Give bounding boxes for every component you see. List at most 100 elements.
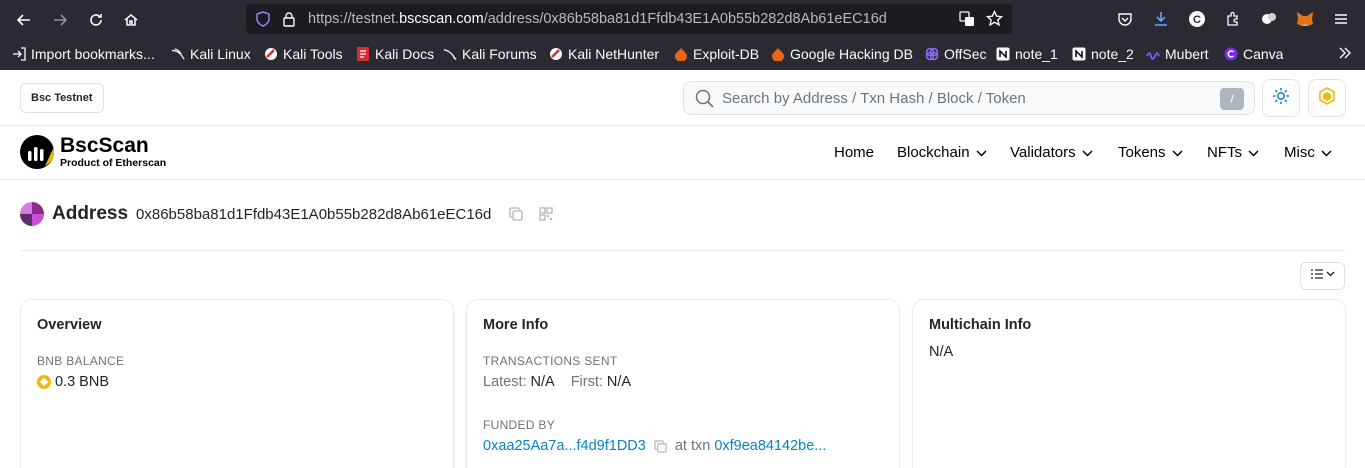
bookmark-google-hacking-db[interactable]: Google Hacking DB	[771, 46, 913, 62]
funded-txn-link[interactable]: 0xf9ea84142be...	[714, 438, 826, 454]
bookmark-label: Kali Tools	[283, 46, 343, 62]
bookmark-kali-forums[interactable]: Kali Forums	[443, 46, 537, 62]
qr-code-icon[interactable]	[539, 207, 554, 221]
nav-tokens[interactable]: Tokens	[1118, 144, 1183, 161]
brand-logo[interactable]: BscScan Product of Etherscan	[20, 135, 166, 169]
tracking-protection-icon[interactable]	[255, 11, 271, 32]
theme-toggle-button[interactable]	[1262, 79, 1300, 117]
url-text[interactable]: https://testnet.bscscan.com/address/0x86…	[308, 11, 887, 27]
bookmark-label: Kali Docs	[375, 46, 435, 62]
section-divider	[20, 250, 1345, 251]
bookmarks-toolbar: Import bookmarks... Kali Linux Kali Tool…	[0, 40, 1365, 70]
kali-docs-icon	[356, 47, 370, 61]
site-header: BscScan Product of Etherscan Home Blockc…	[0, 126, 1365, 180]
card-title: Multichain Info	[929, 317, 1032, 333]
brand-subtitle: Product of Etherscan	[60, 157, 167, 169]
pocket-icon[interactable]	[1114, 8, 1136, 30]
search-icon	[695, 89, 714, 113]
lock-icon[interactable]	[282, 11, 296, 32]
sun-icon	[1272, 87, 1290, 110]
extension-blob-icon[interactable]	[1258, 8, 1280, 30]
ghdb-icon	[771, 47, 785, 61]
reload-button[interactable]	[84, 8, 108, 32]
exploit-db-icon	[674, 47, 688, 61]
chevron-down-icon	[1082, 144, 1093, 161]
chevron-down-icon	[1321, 144, 1332, 161]
downloads-icon[interactable]	[1150, 8, 1172, 30]
bookmark-kali-docs[interactable]: Kali Docs	[356, 46, 434, 62]
nav-label: Tokens	[1118, 144, 1166, 161]
bookmark-label: Kali Forums	[462, 46, 537, 62]
nav-validators[interactable]: Validators	[1010, 144, 1093, 161]
nav-nfts[interactable]: NFTs	[1207, 144, 1259, 161]
bookmark-exploit-db[interactable]: Exploit-DB	[674, 46, 759, 62]
bookmark-kali-tools[interactable]: Kali Tools	[264, 46, 343, 62]
bookmark-star-icon[interactable]	[985, 9, 1004, 32]
bookmark-kali-nethunter[interactable]: Kali NetHunter	[549, 46, 659, 62]
latest-label: Latest:	[483, 374, 527, 390]
chevron-down-icon	[1248, 144, 1259, 161]
kali-tools-icon	[264, 47, 278, 61]
balance-label: BNB BALANCE	[37, 354, 125, 368]
nav-label: Blockchain	[897, 144, 970, 161]
metamask-fox-icon[interactable]	[1294, 8, 1316, 30]
bookmark-import[interactable]: Import bookmarks...	[12, 46, 155, 62]
bookmark-label: Import bookmarks...	[31, 46, 155, 62]
copy-icon[interactable]	[654, 439, 667, 453]
app-menu-icon[interactable]	[1330, 8, 1352, 30]
funded-by-address-link[interactable]: 0xaa25Aa7a...f4d9f1DD3	[483, 438, 646, 454]
overview-card: Overview BNB BALANCE 0.3 BNB	[20, 299, 454, 468]
url-host: bscscan.com	[399, 11, 484, 27]
bookmark-note-1[interactable]: note_1	[996, 46, 1058, 62]
kali-dragon-icon	[171, 47, 185, 61]
nav-label: NFTs	[1207, 144, 1242, 161]
latest-value: N/A	[530, 374, 555, 390]
funded-by-row: 0xaa25Aa7a...f4d9f1DD3 at txn 0xf9ea8414…	[483, 438, 826, 454]
network-switch-button[interactable]	[1308, 79, 1346, 117]
copy-icon[interactable]	[509, 207, 524, 221]
translate-icon[interactable]	[959, 11, 975, 32]
address-heading: Address 0x86b58ba81d1Ffdb43E1A0b55b282d8…	[20, 202, 554, 226]
nav-misc[interactable]: Misc	[1284, 144, 1332, 161]
address-avatar	[20, 202, 44, 226]
more-info-card: More Info TRANSACTIONS SENT Latest: N/A …	[466, 299, 900, 468]
url-prefix: https://testnet.	[308, 11, 400, 27]
nethunter-icon	[549, 47, 563, 61]
url-path: /address/0x86b58ba81d1Ffdb43E1A0b55b282d…	[483, 11, 887, 27]
nav-label: Misc	[1284, 144, 1315, 161]
notion-icon	[996, 47, 1010, 61]
browser-chrome: https://testnet.bscscan.com/address/0x86…	[0, 0, 1365, 70]
nav-blockchain[interactable]: Blockchain	[897, 144, 987, 161]
home-button[interactable]	[119, 8, 143, 32]
bookmark-label: Kali Linux	[190, 46, 251, 62]
back-button[interactable]	[12, 8, 36, 32]
page-title: Address	[52, 203, 129, 224]
network-badge[interactable]: Bsc Testnet	[20, 83, 104, 113]
bookmarks-overflow-icon[interactable]	[1338, 46, 1352, 60]
bookmark-mubert[interactable]: Mubert	[1146, 46, 1209, 62]
first-value: N/A	[606, 374, 632, 390]
extensions-puzzle-icon[interactable]	[1222, 8, 1244, 30]
nav-home[interactable]: Home	[834, 144, 874, 161]
search-box[interactable]: Search by Address / Txn Hash / Block / T…	[683, 81, 1255, 115]
bnb-coin-icon	[37, 375, 51, 389]
mubert-icon	[1146, 47, 1160, 61]
site-topbar: Bsc Testnet Search by Address / Txn Hash…	[0, 70, 1365, 126]
canva-icon	[1224, 47, 1238, 61]
funded-by-label: FUNDED BY	[483, 418, 556, 432]
bookmark-kali-linux[interactable]: Kali Linux	[171, 46, 251, 62]
forward-button[interactable]	[48, 8, 72, 32]
bookmark-offsec[interactable]: OffSec	[925, 46, 987, 62]
svg-text:C: C	[1193, 14, 1201, 26]
extension-c-icon[interactable]: C	[1186, 8, 1208, 30]
bookmark-canva[interactable]: Canva	[1224, 46, 1283, 62]
at-txn-label: at txn	[674, 438, 711, 454]
nav-label: Validators	[1010, 144, 1076, 161]
bookmark-note-2[interactable]: note_2	[1072, 46, 1134, 62]
search-input[interactable]: Search by Address / Txn Hash / Block / T…	[722, 90, 1026, 107]
list-filter-icon	[1310, 267, 1336, 285]
view-options-button[interactable]	[1300, 262, 1345, 290]
bookmark-label: OffSec	[944, 46, 987, 62]
bookmark-label: note_2	[1091, 46, 1134, 62]
url-bar[interactable]: https://testnet.bscscan.com/address/0x86…	[246, 4, 1012, 34]
